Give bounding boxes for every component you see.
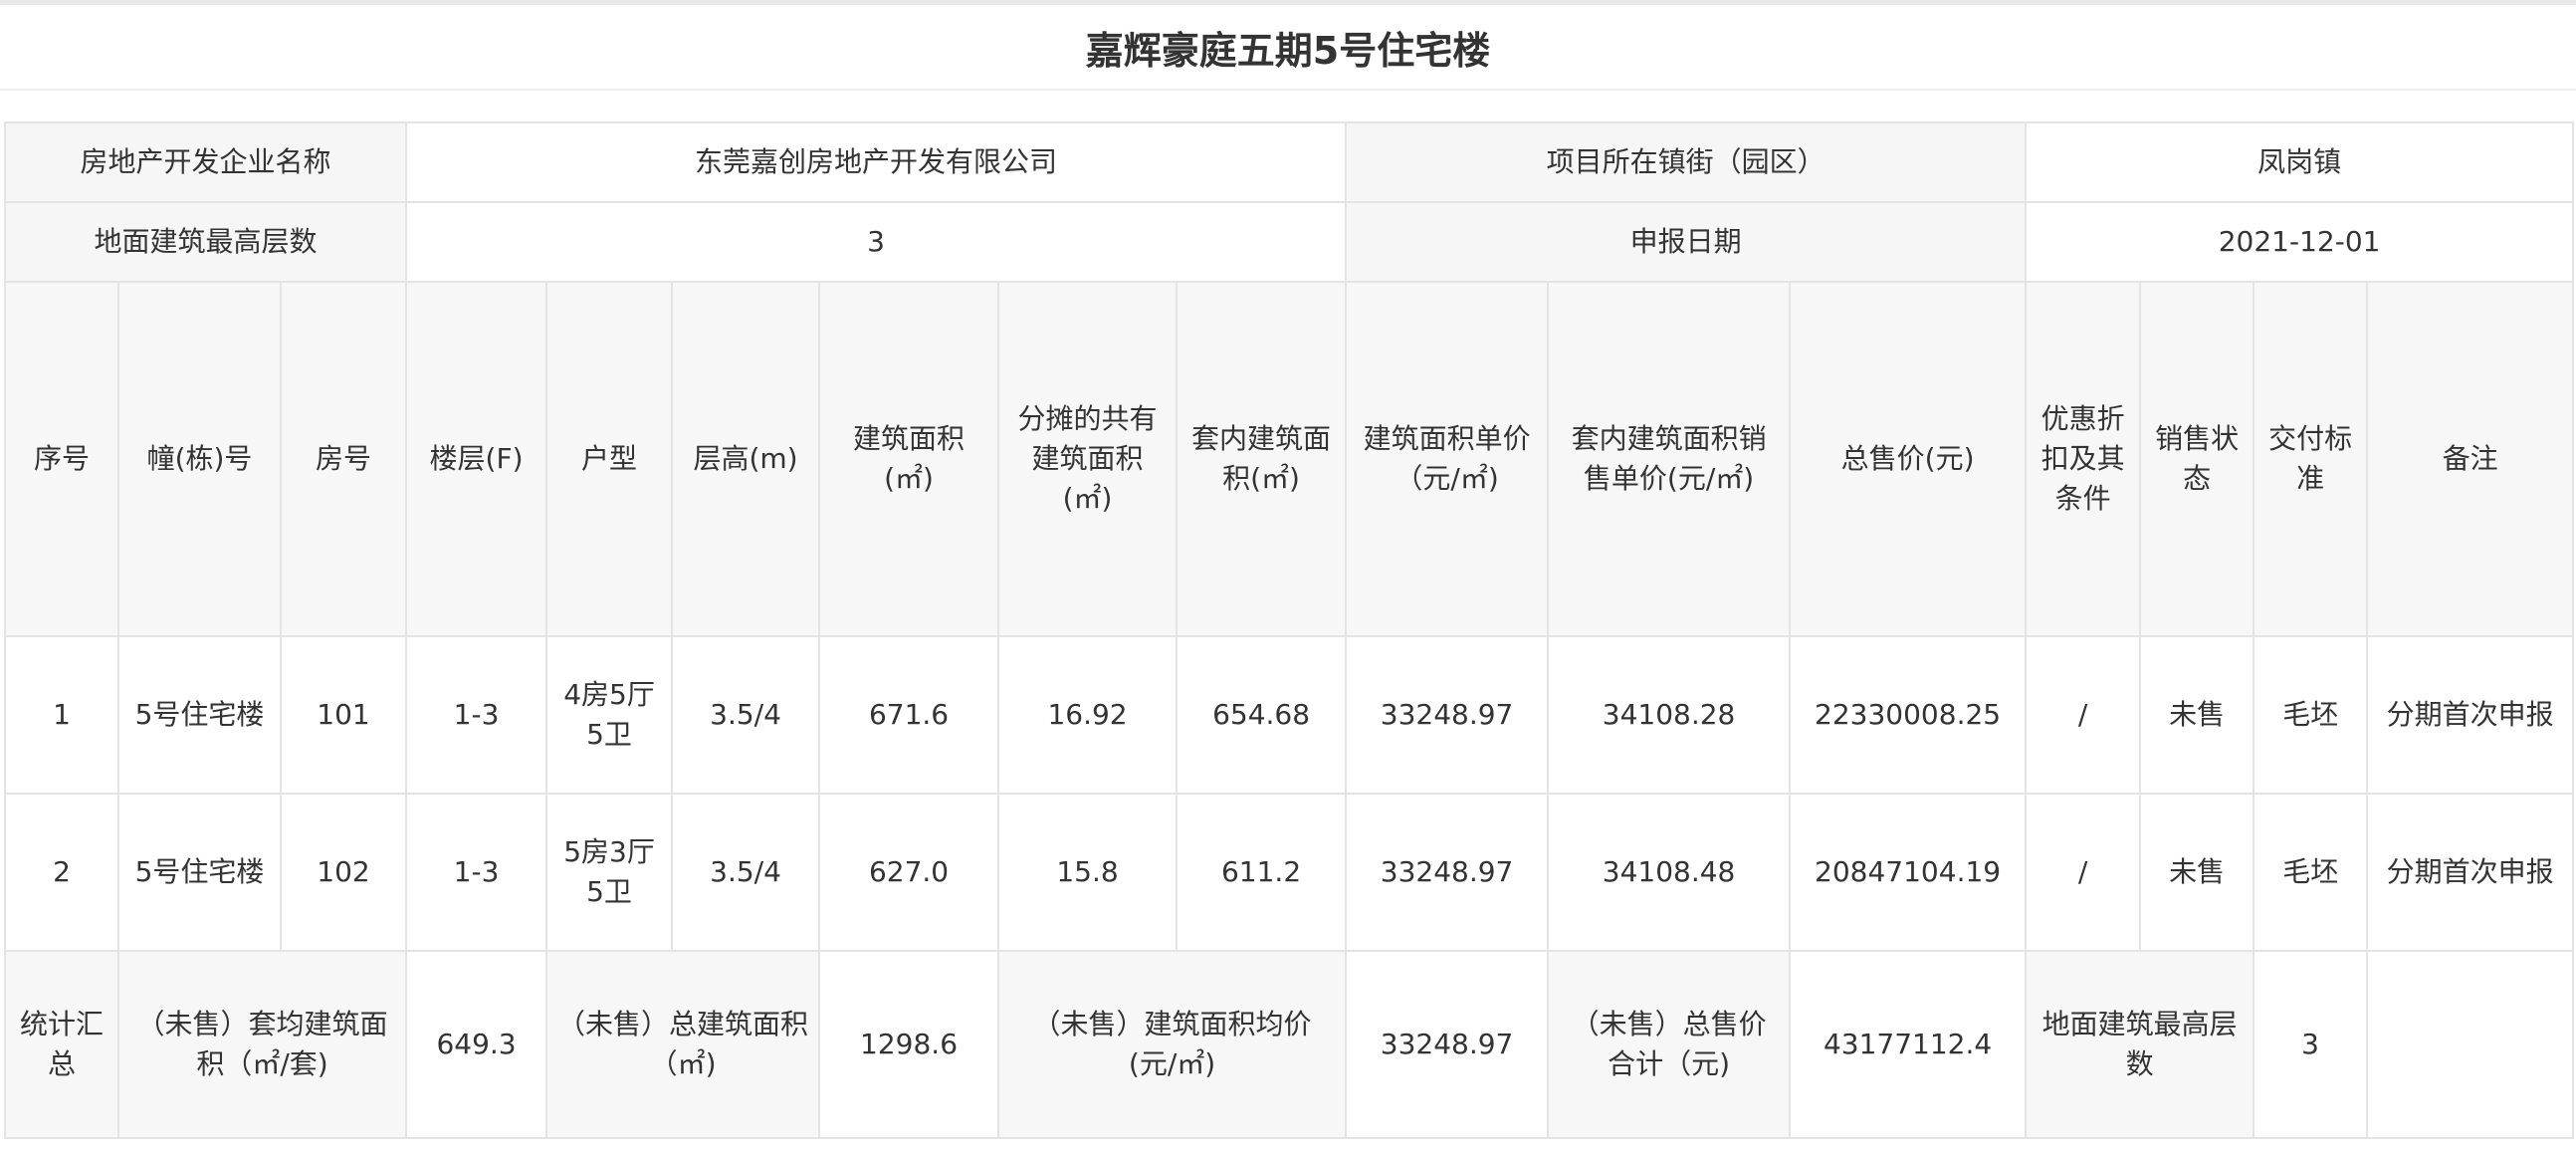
town-value: 凤岗镇 xyxy=(2025,121,2575,203)
summary-avg-price-value: 33248.97 xyxy=(1345,950,1550,1139)
cell-gross-area: 627.0 xyxy=(818,793,1000,952)
header-gross-area: 建筑面积(㎡) xyxy=(818,281,1000,637)
max-floors-label: 地面建筑最高层数 xyxy=(3,201,408,283)
header-floor: 楼层(F) xyxy=(405,281,548,637)
report-date-value: 2021-12-01 xyxy=(2025,201,2575,283)
header-floor-height: 层高(m) xyxy=(671,281,821,637)
report-date-label: 申报日期 xyxy=(1345,201,2028,283)
summary-avg-area-value: 649.3 xyxy=(405,950,548,1139)
info-row-developer: 房地产开发企业名称 东莞嘉创房地产开发有限公司 项目所在镇街（园区） 凤岗镇 xyxy=(3,121,2575,203)
summary-max-floors-label: 地面建筑最高层数 xyxy=(2025,950,2255,1139)
cell-building: 5号住宅楼 xyxy=(117,635,282,795)
summary-total-area-label: （未售）总建筑面积（㎡) xyxy=(545,950,821,1139)
header-seq: 序号 xyxy=(4,281,119,637)
max-floors-value: 3 xyxy=(405,201,1348,283)
cell-sale-status: 未售 xyxy=(2139,635,2255,795)
cell-floor: 1-3 xyxy=(405,635,548,795)
cell-building: 5号住宅楼 xyxy=(117,793,282,952)
cell-total-price: 20847104.19 xyxy=(1789,793,2028,952)
presale-price-table: 房地产开发企业名称 东莞嘉创房地产开发有限公司 项目所在镇街（园区） 凤岗镇 地… xyxy=(3,121,2575,1139)
cell-floor-height: 3.5/4 xyxy=(671,793,821,952)
developer-value: 东莞嘉创房地产开发有限公司 xyxy=(405,121,1348,203)
summary-total-area-value: 1298.6 xyxy=(818,950,1000,1139)
cell-shared-area: 16.92 xyxy=(997,635,1179,795)
summary-total-price-label: （未售）总售价合计（元) xyxy=(1547,950,1792,1139)
cell-floor: 1-3 xyxy=(405,793,548,952)
cell-floor-height: 3.5/4 xyxy=(671,635,821,795)
cell-seq: 2 xyxy=(4,793,119,952)
summary-max-floors-value: 3 xyxy=(2253,950,2369,1139)
cell-inner-area: 611.2 xyxy=(1176,793,1348,952)
header-total-price: 总售价(元) xyxy=(1789,281,2028,637)
cell-remark: 分期首次申报 xyxy=(2366,635,2575,795)
header-building: 幢(栋)号 xyxy=(117,281,282,637)
page-title: 嘉辉豪庭五期5号住宅楼 xyxy=(0,5,2576,91)
cell-remark: 分期首次申报 xyxy=(2366,793,2575,952)
header-shared-area: 分摊的共有建筑面积(㎡) xyxy=(997,281,1179,637)
summary-avg-area-label: （未售）套均建筑面积（㎡/套) xyxy=(116,950,408,1139)
cell-gross-area: 671.6 xyxy=(818,635,1000,795)
table-row: 1 5号住宅楼 101 1-3 4房5厅5卫 3.5/4 671.6 16.92… xyxy=(4,635,2575,795)
summary-row: 统计汇总 （未售）套均建筑面积（㎡/套) 649.3 （未售）总建筑面积（㎡) … xyxy=(4,950,2575,1139)
cell-seq: 1 xyxy=(4,635,119,795)
table-row: 2 5号住宅楼 102 1-3 5房3厅5卫 3.5/4 627.0 15.8 … xyxy=(4,793,2575,952)
summary-total-price-value: 43177112.4 xyxy=(1789,950,2028,1139)
header-sale-status: 销售状态 xyxy=(2139,281,2255,637)
header-inner-unit-price: 套内建筑面积销售单价(元/㎡) xyxy=(1547,281,1792,637)
cell-delivery-standard: 毛坯 xyxy=(2253,635,2369,795)
header-gross-unit-price: 建筑面积单价（元/㎡) xyxy=(1345,281,1550,637)
cell-gross-unit-price: 33248.97 xyxy=(1345,793,1550,952)
summary-remark-value xyxy=(2366,950,2575,1139)
header-unit-type: 户型 xyxy=(545,281,674,637)
cell-room: 101 xyxy=(279,635,408,795)
cell-gross-unit-price: 33248.97 xyxy=(1345,635,1550,795)
header-room: 房号 xyxy=(279,281,408,637)
cell-inner-area: 654.68 xyxy=(1176,635,1348,795)
cell-unit-type: 4房5厅5卫 xyxy=(545,635,674,795)
cell-room: 102 xyxy=(279,793,408,952)
cell-discount: / xyxy=(2025,635,2142,795)
cell-discount: / xyxy=(2025,793,2142,952)
header-delivery-standard: 交付标准 xyxy=(2253,281,2369,637)
cell-shared-area: 15.8 xyxy=(997,793,1179,952)
cell-inner-unit-price: 34108.28 xyxy=(1547,635,1792,795)
column-header-row: 序号 幢(栋)号 房号 楼层(F) 户型 层高(m) 建筑面积(㎡) 分摊的共有… xyxy=(4,281,2575,637)
cell-unit-type: 5房3厅5卫 xyxy=(545,793,674,952)
summary-label: 统计汇总 xyxy=(4,950,119,1139)
cell-inner-unit-price: 34108.48 xyxy=(1547,793,1792,952)
header-discount: 优惠折扣及其条件 xyxy=(2025,281,2142,637)
header-remark: 备注 xyxy=(2366,281,2575,637)
cell-sale-status: 未售 xyxy=(2139,793,2255,952)
town-label: 项目所在镇街（园区） xyxy=(1345,121,2028,203)
developer-label: 房地产开发企业名称 xyxy=(3,121,408,203)
cell-total-price: 22330008.25 xyxy=(1789,635,2028,795)
cell-delivery-standard: 毛坯 xyxy=(2253,793,2369,952)
summary-avg-price-label: （未售）建筑面积均价(元/㎡) xyxy=(997,950,1348,1139)
info-row-floors-date: 地面建筑最高层数 3 申报日期 2021-12-01 xyxy=(3,201,2575,283)
header-inner-area: 套内建筑面积(㎡) xyxy=(1176,281,1348,637)
